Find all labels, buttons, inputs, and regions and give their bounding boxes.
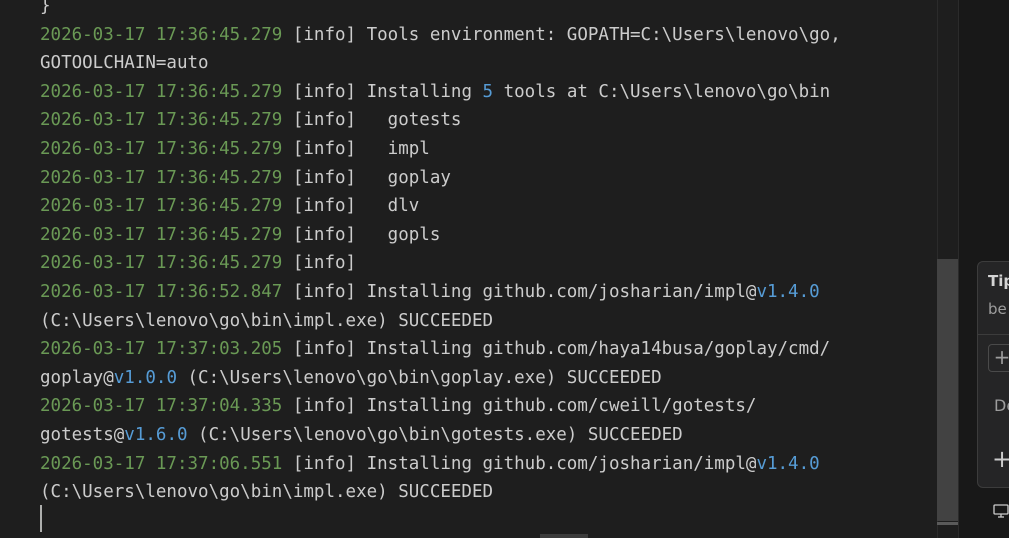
log-timestamp: 2026-03-17 17:36:45.279 xyxy=(40,224,283,245)
log-line: gotests@v1.6.0 (C:\Users\lenovo\go\bin\g… xyxy=(40,421,841,450)
monitor-icon[interactable] xyxy=(993,503,1009,519)
log-timestamp: 2026-03-17 17:36:45.279 xyxy=(40,110,283,131)
log-timestamp: 2026-03-17 17:36:52.847 xyxy=(40,281,283,302)
log-text: [info] Installing github.com/josharian/i… xyxy=(282,281,757,302)
tip-item[interactable]: De xyxy=(994,396,1009,415)
log-highlight: v1.4.0 xyxy=(756,281,820,302)
log-timestamp: 2026-03-17 17:36:45.279 xyxy=(40,24,283,45)
log-timestamp: 2026-03-17 17:36:45.279 xyxy=(40,167,283,188)
log-text: [info] Tools environment: GOPATH=C:\User… xyxy=(282,24,841,45)
log-highlight: v1.0.0 xyxy=(113,367,177,388)
log-text: [info] gopls xyxy=(282,224,441,245)
log-text: [info] dlv xyxy=(282,196,420,217)
log-text: [info] goplay xyxy=(282,167,451,188)
log-line: (C:\Users\lenovo\go\bin\impl.exe) SUCCEE… xyxy=(40,478,841,507)
scrollbar-marker xyxy=(937,522,958,525)
log-line: 2026-03-17 17:36:45.279 [info] Installin… xyxy=(40,78,841,107)
log-text: (C:\Users\lenovo\go\bin\goplay.exe) SUCC… xyxy=(176,367,662,388)
log-text: GOTOOLCHAIN=auto xyxy=(40,53,209,74)
log-text: [info] impl xyxy=(282,138,430,159)
log-highlight: v1.4.0 xyxy=(756,453,820,474)
log-line: 2026-03-17 17:36:45.279 [info] xyxy=(40,249,841,278)
log-line: 2026-03-17 17:37:06.551 [info] Installin… xyxy=(40,450,841,479)
log-text: goplay@ xyxy=(40,367,114,388)
log-timestamp: 2026-03-17 17:37:04.335 xyxy=(40,396,283,417)
log-text: gotests@ xyxy=(40,424,125,445)
log-text: (C:\Users\lenovo\go\bin\gotests.exe) SUC… xyxy=(187,424,683,445)
log-timestamp: 2026-03-17 17:36:45.279 xyxy=(40,196,283,217)
tip-subtitle: be xyxy=(988,300,1007,318)
tip-title: Tip xyxy=(988,272,1009,290)
log-line: 2026-03-17 17:36:45.279 [info] gotests xyxy=(40,106,841,135)
log-timestamp: 2026-03-17 17:36:45.279 xyxy=(40,253,283,274)
log-timestamp: 2026-03-17 17:37:03.205 xyxy=(40,339,283,360)
log-line: 2026-03-17 17:36:45.279 [info] gopls xyxy=(40,221,841,250)
log-text: [info] gotests xyxy=(282,110,462,131)
tip-divider xyxy=(978,334,1009,335)
log-line: GOTOOLCHAIN=auto xyxy=(40,49,841,78)
log-line: 2026-03-17 17:36:45.279 [info] Tools env… xyxy=(40,21,841,50)
log-line: goplay@v1.0.0 (C:\Users\lenovo\go\bin\go… xyxy=(40,364,841,393)
log-highlight: 5 xyxy=(482,81,494,102)
panel-resize-sash[interactable] xyxy=(540,534,588,538)
log-text: [info] Installing xyxy=(282,81,483,102)
output-panel[interactable]: } 2026-03-17 17:36:45.279 [info] Tools en… xyxy=(0,0,937,538)
log-lines: } 2026-03-17 17:36:45.279 [info] Tools en… xyxy=(40,0,841,507)
log-text: (C:\Users\lenovo\go\bin\impl.exe) SUCCEE… xyxy=(40,310,494,331)
text-cursor xyxy=(40,505,42,532)
scrollbar-thumb[interactable] xyxy=(937,259,958,521)
log-timestamp: 2026-03-17 17:36:45.279 xyxy=(40,138,283,159)
log-line: 2026-03-17 17:37:03.205 [info] Installin… xyxy=(40,335,841,364)
log-text: } xyxy=(40,0,51,16)
log-highlight: v1.6.0 xyxy=(124,424,188,445)
add-button[interactable]: + xyxy=(992,447,1009,471)
log-timestamp: 2026-03-17 17:37:06.551 xyxy=(40,453,283,474)
log-text: [info] Installing github.com/haya14busa/… xyxy=(282,339,831,360)
log-line: 2026-03-17 17:36:45.279 [info] impl xyxy=(40,135,841,164)
log-text: [info] Installing github.com/josharian/i… xyxy=(282,453,757,474)
log-text: tools at C:\Users\lenovo\go\bin xyxy=(493,81,831,102)
add-context-button[interactable]: + xyxy=(988,344,1009,372)
tip-card: Tip be + De + xyxy=(977,261,1009,488)
log-line: 2026-03-17 17:37:04.335 [info] Installin… xyxy=(40,392,841,421)
app-window: } 2026-03-17 17:36:45.279 [info] Tools en… xyxy=(0,0,1009,538)
log-text: [info] xyxy=(282,253,357,274)
log-timestamp: 2026-03-17 17:36:45.279 xyxy=(40,81,283,102)
log-line: 2026-03-17 17:36:45.279 [info] dlv xyxy=(40,192,841,221)
log-text: (C:\Users\lenovo\go\bin\impl.exe) SUCCEE… xyxy=(40,482,494,503)
log-line: 2026-03-17 17:36:52.847 [info] Installin… xyxy=(40,278,841,307)
log-line: (C:\Users\lenovo\go\bin\impl.exe) SUCCEE… xyxy=(40,307,841,336)
log-line: 2026-03-17 17:36:45.279 [info] goplay xyxy=(40,164,841,193)
log-line: } xyxy=(40,0,841,21)
log-text: [info] Installing github.com/cweill/gote… xyxy=(282,396,757,417)
